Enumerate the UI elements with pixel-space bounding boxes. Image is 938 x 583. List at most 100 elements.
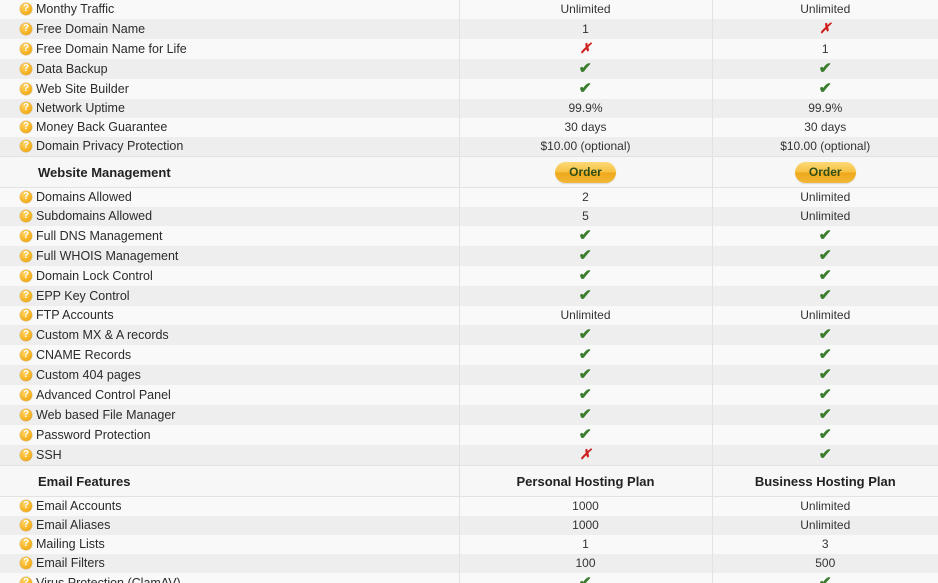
- help-question-icon[interactable]: [20, 209, 32, 222]
- feature-label: Full WHOIS Management: [36, 248, 179, 263]
- feature-row: Full WHOIS Management ✔ ✔: [0, 246, 938, 266]
- plan-header-personal: Personal Hosting Plan: [459, 465, 713, 497]
- help-question-icon[interactable]: [20, 22, 32, 35]
- cross-icon: ✗: [579, 40, 592, 56]
- feature-label: Free Domain Name for Life: [36, 41, 187, 56]
- feature-label-cell: FTP Accounts: [0, 306, 460, 325]
- check-icon: ✔: [578, 386, 593, 403]
- feature-label-cell: Advanced Control Panel: [0, 385, 460, 405]
- feature-row: SSH ✗ ✔: [0, 445, 938, 466]
- feature-label-cell: Mailing Lists: [0, 535, 460, 554]
- help-question-icon[interactable]: [20, 42, 32, 55]
- feature-row: Free Domain Name 1 ✗: [0, 19, 938, 39]
- personal-value: 1: [459, 19, 713, 39]
- feature-label-cell: Domain Privacy Protection: [0, 137, 460, 157]
- personal-value: 1000: [459, 516, 713, 535]
- personal-value: Unlimited: [459, 306, 713, 325]
- feature-row: Web based File Manager ✔ ✔: [0, 405, 938, 425]
- help-question-icon[interactable]: [20, 408, 32, 421]
- personal-value-yes: ✔: [459, 246, 713, 266]
- feature-row: Monthy Traffic UnlimitedUnlimited: [0, 0, 938, 19]
- feature-label: Email Aliases: [36, 518, 111, 532]
- check-icon: ✔: [578, 287, 593, 304]
- personal-value-yes: ✔: [459, 385, 713, 405]
- check-icon: ✔: [818, 247, 832, 264]
- section-header-row: Email Features Personal Hosting Plan Busin…: [0, 465, 938, 497]
- cross-icon: ✗: [819, 20, 832, 36]
- feature-label-cell: Full WHOIS Management: [0, 246, 460, 266]
- help-question-icon[interactable]: [20, 348, 32, 361]
- help-question-icon[interactable]: [20, 229, 32, 242]
- personal-value-no: ✗: [459, 39, 713, 59]
- feature-label-cell: EPP Key Control: [0, 286, 460, 306]
- business-value: 1: [712, 39, 938, 59]
- help-question-icon[interactable]: [20, 448, 32, 461]
- help-question-icon[interactable]: [20, 190, 32, 203]
- feature-row: FTP Accounts UnlimitedUnlimited: [0, 306, 938, 325]
- feature-label-cell: Data Backup: [0, 59, 460, 79]
- personal-value: 1: [459, 535, 713, 554]
- help-question-icon[interactable]: [20, 101, 32, 114]
- feature-row: Free Domain Name for Life ✗ 1: [0, 39, 938, 59]
- help-question-icon[interactable]: [20, 537, 32, 550]
- feature-row: Web Site Builder ✔ ✔: [0, 79, 938, 99]
- business-value-yes: ✔: [712, 405, 938, 425]
- personal-value-yes: ✔: [459, 345, 713, 365]
- feature-label: Advanced Control Panel: [36, 387, 171, 402]
- feature-label-cell: Email Accounts: [0, 496, 460, 516]
- help-question-icon[interactable]: [20, 518, 32, 531]
- feature-label: Domain Lock Control: [36, 268, 153, 283]
- feature-row: Email Aliases 1000Unlimited: [0, 516, 938, 535]
- feature-label-cell: Domain Lock Control: [0, 266, 460, 286]
- help-question-icon[interactable]: [20, 82, 32, 95]
- feature-row: Password Protection ✔ ✔: [0, 425, 938, 445]
- feature-row: CNAME Records ✔ ✔: [0, 345, 938, 365]
- business-value: Unlimited: [712, 187, 938, 207]
- feature-label: CNAME Records: [36, 347, 132, 362]
- help-question-icon[interactable]: [20, 368, 32, 381]
- personal-value-yes: ✔: [459, 425, 713, 445]
- feature-label-cell: Web Site Builder: [0, 79, 460, 99]
- feature-label-cell: Email Aliases: [0, 516, 460, 535]
- check-icon: ✔: [818, 287, 832, 304]
- help-question-icon[interactable]: [20, 308, 32, 321]
- order-cell-business: Order: [712, 156, 938, 188]
- order-button-personal[interactable]: Order: [555, 161, 616, 183]
- business-value: Unlimited: [712, 496, 938, 516]
- help-question-icon[interactable]: [20, 428, 32, 441]
- feature-label: Free Domain Name: [36, 21, 146, 36]
- business-value-yes: ✔: [712, 385, 938, 405]
- feature-label-cell: SSH: [0, 445, 460, 466]
- feature-row: Data Backup ✔ ✔: [0, 59, 938, 79]
- order-button-business[interactable]: Order: [794, 161, 856, 183]
- help-question-icon[interactable]: [20, 556, 32, 569]
- help-question-icon[interactable]: [20, 269, 32, 282]
- help-question-icon[interactable]: [20, 576, 32, 583]
- help-question-icon[interactable]: [20, 289, 32, 302]
- check-icon: ✔: [818, 386, 832, 403]
- check-icon: ✔: [578, 326, 593, 343]
- check-icon: ✔: [578, 227, 593, 244]
- help-question-icon[interactable]: [20, 139, 32, 152]
- help-question-icon[interactable]: [20, 120, 32, 133]
- feature-row: Email Filters 100500: [0, 554, 938, 573]
- check-icon: ✔: [818, 574, 832, 583]
- help-question-icon[interactable]: [20, 249, 32, 262]
- help-question-icon[interactable]: [20, 388, 32, 401]
- feature-label-cell: Web based File Manager: [0, 405, 460, 425]
- help-question-icon[interactable]: [20, 499, 32, 512]
- feature-row: Virus Protection (ClamAV) ✔ ✔: [0, 573, 938, 583]
- business-value-yes: ✔: [712, 345, 938, 365]
- personal-value: 99.9%: [459, 99, 713, 118]
- help-question-icon[interactable]: [20, 328, 32, 341]
- help-question-icon[interactable]: [20, 2, 32, 15]
- check-icon: ✔: [578, 426, 593, 443]
- feature-row: Mailing Lists 13: [0, 535, 938, 554]
- help-question-icon[interactable]: [20, 62, 32, 75]
- check-icon: ✔: [578, 346, 593, 363]
- personal-value-yes: ✔: [459, 405, 713, 425]
- business-value: 99.9%: [712, 99, 938, 118]
- personal-value-no: ✗: [459, 445, 713, 466]
- business-value-yes: ✔: [712, 445, 938, 466]
- feature-label: Subdomains Allowed: [36, 209, 153, 223]
